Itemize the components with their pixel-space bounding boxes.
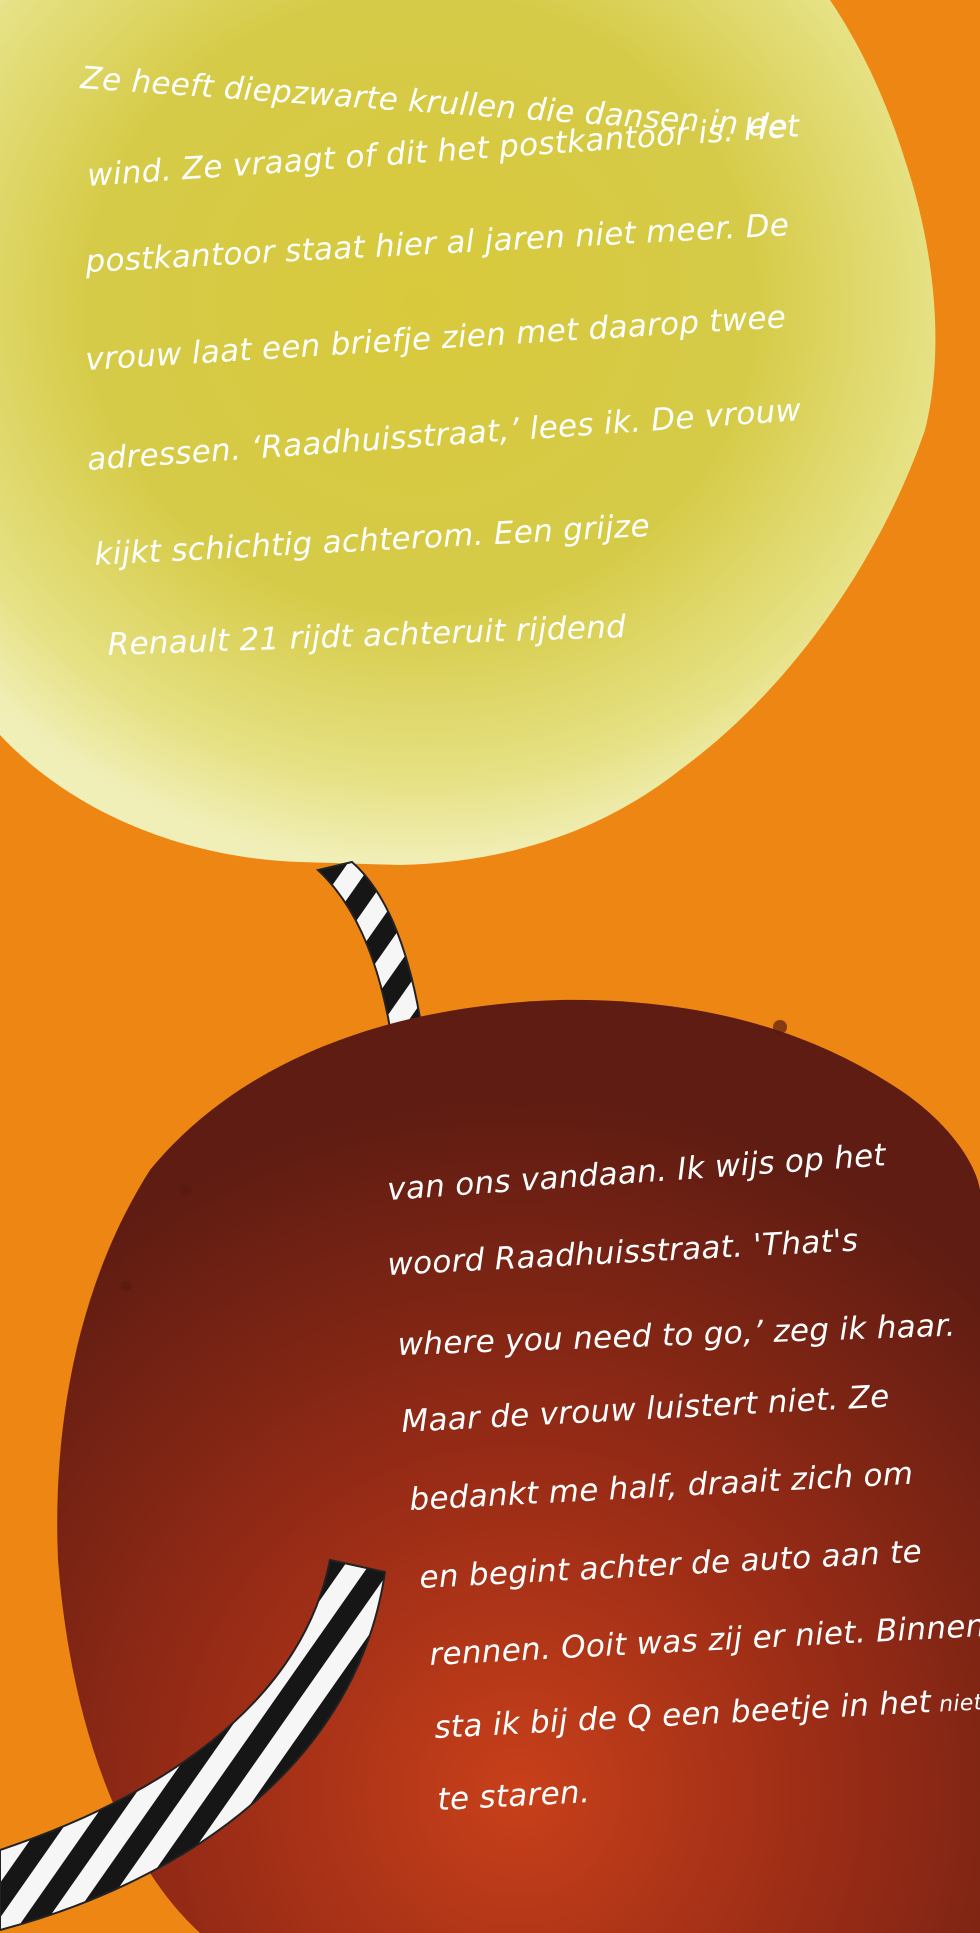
plate-dent <box>121 1281 131 1291</box>
plate-dent <box>180 1184 192 1196</box>
poem-illustration: Ze heeft diepzwarte krullen die dansen i… <box>0 0 980 1933</box>
plate-dent <box>773 1020 787 1034</box>
upper-handle <box>315 860 424 1042</box>
illustration-canvas: Ze heeft diepzwarte krullen die dansen i… <box>0 0 980 1933</box>
poem-small-word: niets <box>939 1690 980 1718</box>
